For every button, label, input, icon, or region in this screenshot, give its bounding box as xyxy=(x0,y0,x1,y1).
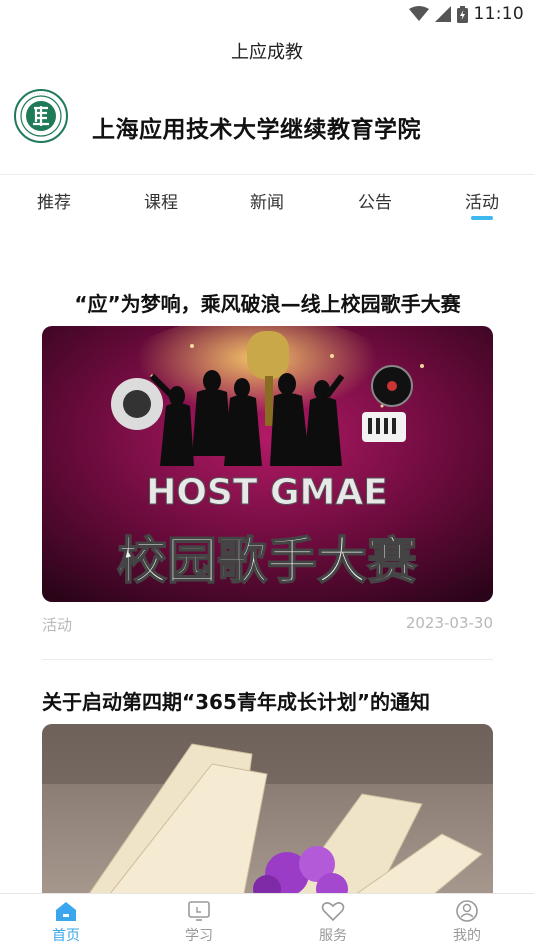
nav-profile[interactable]: 我的 xyxy=(432,900,502,948)
nav-home[interactable]: 首页 xyxy=(31,900,101,948)
article-card[interactable]: “应”为梦响，乘风破浪—线上校园歌手大赛 HOST GMAE 校园歌手大赛 活动… xyxy=(42,288,493,648)
cellular-signal-icon xyxy=(434,6,451,22)
article-card[interactable]: 关于启动第四期“365青年成长计划”的通知 xyxy=(42,686,493,893)
article-title: “应”为梦响，乘风破浪—线上校园歌手大赛 xyxy=(74,292,461,316)
status-indicators: 11:10 xyxy=(408,4,525,24)
article-banner-image xyxy=(42,724,493,893)
app-title-bar: 上应成教 xyxy=(0,28,534,74)
nav-label: 服务 xyxy=(319,928,347,944)
nav-study[interactable]: 学习 xyxy=(164,900,234,948)
tab-activities[interactable]: 活动 xyxy=(452,188,512,213)
profile-icon xyxy=(456,900,478,922)
singing-contest-banner: HOST GMAE 校园歌手大赛 xyxy=(42,326,493,602)
nav-label: 首页 xyxy=(52,928,80,944)
bottom-navigation: 首页 学习 服务 我的 xyxy=(0,893,534,950)
svg-text:· · · · · ·: · · · · · · xyxy=(34,92,48,97)
open-book-flowers-photo xyxy=(42,724,493,893)
app-title: 上应成教 xyxy=(231,42,303,63)
status-bar: 11:10 xyxy=(0,0,534,28)
home-icon xyxy=(56,902,76,921)
tab-announcements[interactable]: 公告 xyxy=(345,188,405,213)
category-tabs: 推荐 课程 新闻 公告 活动 xyxy=(0,174,534,226)
article-title: 关于启动第四期“365青年成长计划”的通知 xyxy=(42,690,431,714)
nav-label: 我的 xyxy=(453,928,481,944)
heart-icon xyxy=(321,902,345,922)
article-banner-image: HOST GMAE 校园歌手大赛 xyxy=(42,326,493,602)
article-date: 2023-03-30 xyxy=(405,614,493,632)
banner-english-text: HOST GMAE xyxy=(146,472,388,513)
tab-recommend[interactable]: 推荐 xyxy=(24,188,84,213)
status-time: 11:10 xyxy=(473,4,524,24)
active-tab-indicator xyxy=(471,216,493,220)
study-icon xyxy=(188,901,210,921)
wifi-icon xyxy=(408,6,429,21)
nav-services[interactable]: 服务 xyxy=(298,900,368,948)
tab-news[interactable]: 新闻 xyxy=(237,188,297,213)
university-seal-logo: · · · · · · xyxy=(14,89,68,143)
article-divider xyxy=(42,659,493,660)
article-tag: 活动 xyxy=(42,616,73,634)
battery-icon xyxy=(456,5,468,23)
nav-label: 学习 xyxy=(185,928,213,944)
tab-courses[interactable]: 课程 xyxy=(131,188,191,213)
institution-name: 上海应用技术大学继续教育学院 xyxy=(92,117,421,143)
banner-chinese-text: 校园歌手大赛 xyxy=(117,532,418,590)
brand-header: · · · · · · 上海应用技术大学继续教育学院 xyxy=(0,80,534,172)
article-meta: 活动 2023-03-30 xyxy=(42,614,493,636)
